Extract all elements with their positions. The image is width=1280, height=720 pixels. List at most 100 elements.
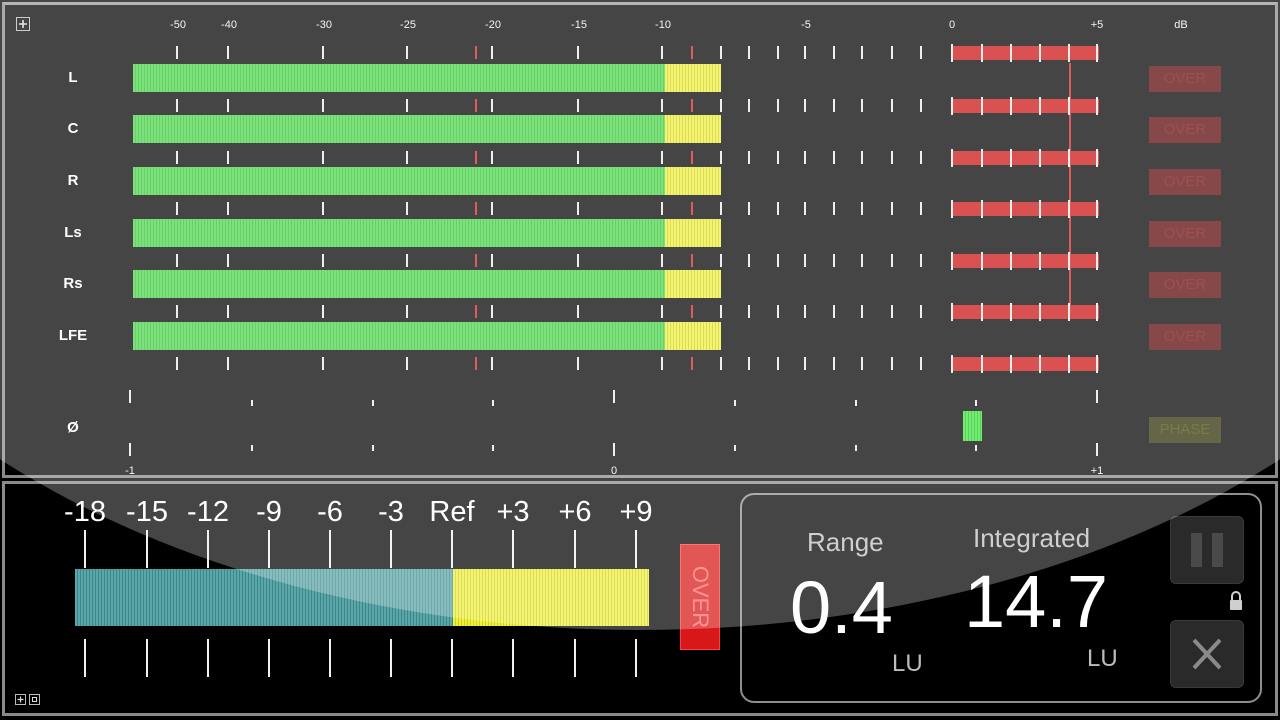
loudness-over-label: OVER <box>688 565 713 629</box>
db-tick <box>720 99 722 112</box>
peak-divider <box>1010 303 1012 321</box>
close-button[interactable] <box>1170 620 1244 688</box>
phase-tick-minor <box>734 445 736 451</box>
loudness-scale-label: +3 <box>496 496 530 528</box>
db-tick <box>920 46 922 59</box>
db-scale-label: -25 <box>400 19 416 31</box>
peak-divider <box>1096 303 1098 321</box>
loudness-tick-bottom <box>207 639 209 677</box>
close-icon <box>1192 638 1222 670</box>
peak-divider <box>1039 303 1041 321</box>
db-tick <box>176 46 178 59</box>
db-tick <box>577 254 579 267</box>
db-tick <box>891 305 893 318</box>
loudness-tick-bottom <box>574 639 576 677</box>
db-scale-label: +5 <box>1090 19 1104 31</box>
db-tick <box>804 305 806 318</box>
db-tick <box>920 357 922 370</box>
db-tick <box>720 46 722 59</box>
db-tick <box>176 305 178 318</box>
db-tick <box>491 151 493 164</box>
phase-scale-label: +1 <box>1090 465 1104 477</box>
over-indicator-ls: OVER <box>1149 221 1221 247</box>
db-tick <box>720 202 722 215</box>
expand-icon[interactable] <box>15 694 26 705</box>
db-scale-label: -10 <box>655 19 671 31</box>
lock-icon[interactable] <box>1228 590 1244 612</box>
db-tick <box>720 254 722 267</box>
level-bar-c <box>133 115 721 143</box>
db-tick-red <box>475 99 477 112</box>
db-tick <box>804 202 806 215</box>
db-tick-red <box>691 202 693 215</box>
db-scale-label: -40 <box>221 19 237 31</box>
peak-divider <box>1068 44 1070 62</box>
db-tick-red <box>691 46 693 59</box>
channel-meter-panel: -50 -40 -30 -25 -20 -15 -10 -5 0 +5 dB L… <box>2 2 1278 478</box>
db-tick <box>804 99 806 112</box>
db-tick <box>833 99 835 112</box>
db-tick <box>777 202 779 215</box>
db-scale-label: -5 <box>801 19 811 31</box>
channel-label-c: C <box>67 120 79 137</box>
db-tick <box>577 46 579 59</box>
db-tick <box>891 357 893 370</box>
db-tick <box>920 305 922 318</box>
phase-indicator: PHASE <box>1149 417 1221 443</box>
phase-tick <box>129 443 131 456</box>
loudness-scale-label: +6 <box>558 496 592 528</box>
loudness-tick-top <box>329 530 331 568</box>
db-tick-red <box>475 46 477 59</box>
db-tick <box>406 305 408 318</box>
db-tick <box>748 305 750 318</box>
peak-divider <box>1010 97 1012 115</box>
db-tick <box>748 254 750 267</box>
db-tick <box>227 254 229 267</box>
db-tick <box>227 46 229 59</box>
db-tick <box>720 151 722 164</box>
pause-button[interactable] <box>1170 516 1244 584</box>
collapse-icon[interactable] <box>29 694 40 705</box>
db-tick <box>661 46 663 59</box>
db-tick-red <box>475 357 477 370</box>
db-tick <box>322 202 324 215</box>
level-bar-r <box>133 167 721 195</box>
phase-tick <box>613 443 615 456</box>
peak-divider <box>1096 355 1098 373</box>
peak-divider <box>1096 97 1098 115</box>
phase-tick-minor <box>855 400 857 406</box>
db-tick <box>833 305 835 318</box>
peak-divider <box>1096 252 1098 270</box>
db-tick <box>804 254 806 267</box>
phase-scale-label: 0 <box>610 465 618 477</box>
db-tick <box>227 151 229 164</box>
db-tick <box>861 151 863 164</box>
peak-indicator-lfe <box>953 305 1099 319</box>
loudness-over-indicator: OVER <box>680 544 720 650</box>
loudness-tick-top <box>390 530 392 568</box>
db-scale-label: -30 <box>316 19 332 31</box>
phase-tick-minor <box>251 445 253 451</box>
channel-label-ls: Ls <box>64 224 82 241</box>
level-bar-l <box>133 64 721 92</box>
db-scale-label: 0 <box>948 19 956 31</box>
loudness-scale-label: -15 <box>126 496 168 528</box>
db-tick <box>861 99 863 112</box>
loudness-scale-label: -9 <box>256 496 282 528</box>
peak-indicator-c <box>953 99 1099 113</box>
db-tick <box>748 99 750 112</box>
expand-icon[interactable] <box>16 17 30 31</box>
peak-divider <box>951 97 953 115</box>
db-tick <box>920 202 922 215</box>
loudness-bar <box>75 569 649 626</box>
peak-indicator-rs <box>953 254 1099 268</box>
db-tick <box>661 357 663 370</box>
db-tick <box>322 151 324 164</box>
db-tick <box>861 254 863 267</box>
db-tick <box>833 254 835 267</box>
integrated-value: 14.7 <box>964 560 1109 643</box>
peak-divider <box>1039 149 1041 167</box>
peak-indicator-l <box>953 46 1099 60</box>
loudness-bar-above-ref <box>453 569 649 626</box>
db-tick <box>920 99 922 112</box>
